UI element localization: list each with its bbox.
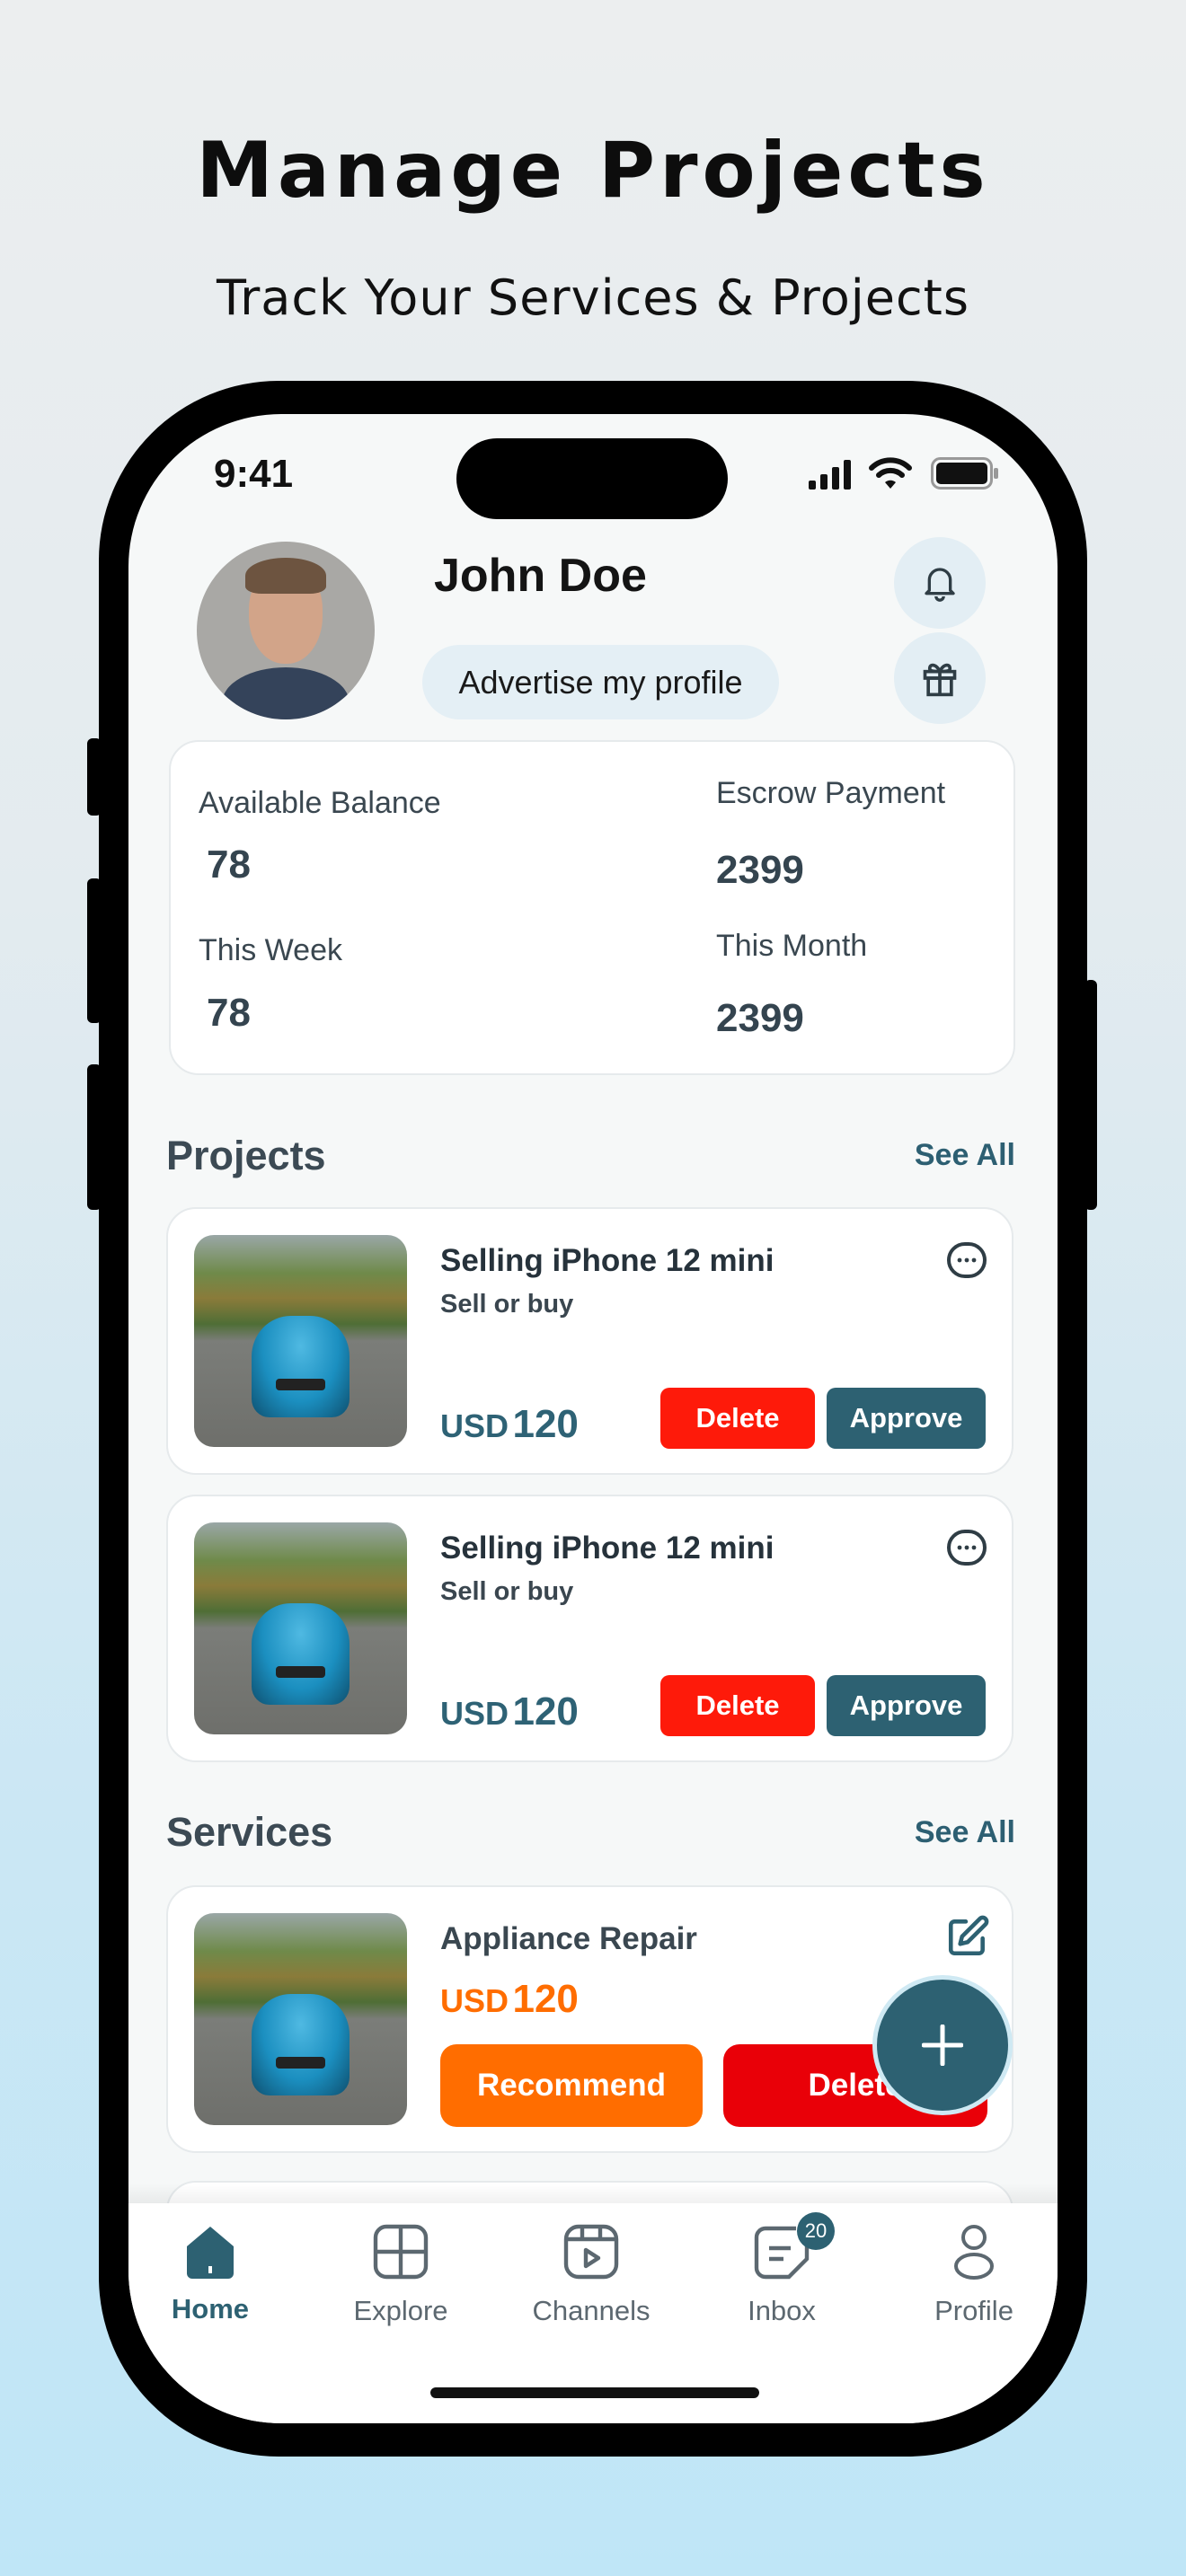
edit-icon[interactable] [945,1914,990,1959]
nav-channels[interactable]: Channels [510,2223,672,2327]
notifications-button[interactable] [894,537,986,629]
project-subtitle: Sell or buy [440,1577,574,1606]
nav-inbox[interactable]: 20 Inbox [701,2212,863,2327]
project-image [194,1522,407,1734]
services-see-all-link[interactable]: See All [915,1815,1015,1850]
nav-label: Inbox [748,2295,816,2326]
home-icon [187,2227,234,2279]
stat-value: 2399 [716,996,804,1040]
advertise-profile-button[interactable]: Advertise my profile [422,645,779,719]
bell-icon [925,568,955,602]
price-amount: 120 [512,1689,579,1734]
app-screen: 9:41 John Doe Advertise my profile Avail… [128,414,1058,2423]
signal-icon [807,459,855,490]
projects-heading: Projects [166,1133,326,1178]
delete-button[interactable]: Delete [660,1675,815,1736]
price-amount: 120 [512,1977,579,2021]
stat-value: 2399 [716,848,804,892]
nav-label: Profile [934,2295,1013,2326]
chat-icon[interactable] [945,1526,988,1569]
project-card[interactable]: Selling iPhone 12 mini Sell or buy USD 1… [166,1495,1013,1762]
stat-label: This Week [199,933,342,967]
project-image [194,1235,407,1447]
user-icon [954,2225,994,2280]
wifi-icon [869,457,912,490]
project-subtitle: Sell or buy [440,1290,574,1319]
stat-label: Escrow Payment [716,776,946,810]
video-icon [563,2224,619,2280]
bottom-nav: Home Explore Channels 20 Inbox Profile [128,2203,1058,2423]
services-heading: Services [166,1809,333,1855]
nav-label: Home [171,2293,250,2325]
recommend-button[interactable]: Recommend [440,2044,703,2127]
nav-label: Channels [532,2295,651,2326]
promo-title: Manage Projects [196,126,990,216]
dynamic-island [456,438,728,519]
project-title: Selling iPhone 12 mini [440,1243,774,1278]
stat-label: This Month [716,929,868,963]
inbox-badge: 20 [797,2212,835,2250]
home-indicator [430,2387,759,2398]
projects-see-all-link[interactable]: See All [915,1138,1015,1173]
promo-subtitle: Track Your Services & Projects [217,269,969,326]
profile-name: John Doe [434,550,647,602]
stat-value: 78 [207,842,251,887]
project-title: Selling iPhone 12 mini [440,1531,774,1566]
nav-profile[interactable]: Profile [893,2223,1055,2327]
price-currency: USD [440,1982,509,2019]
battery-icon [931,457,999,490]
plus-icon [922,2025,963,2066]
grid-icon [373,2224,429,2280]
stat-label: Available Balance [199,786,441,820]
delete-button[interactable]: Delete [660,1388,815,1449]
price-currency: USD [440,1407,509,1444]
approve-button[interactable]: Approve [827,1675,986,1736]
service-title: Appliance Repair [440,1921,697,1956]
service-image [194,1913,407,2125]
price-currency: USD [440,1695,509,1732]
project-card[interactable]: Selling iPhone 12 mini Sell or buy USD 1… [166,1207,1013,1475]
stat-value: 78 [207,991,251,1035]
nav-label: Explore [353,2295,448,2326]
approve-button[interactable]: Approve [827,1388,986,1449]
add-fab-button[interactable] [872,1975,1013,2115]
status-time: 9:41 [214,452,294,496]
avatar[interactable] [197,542,375,719]
price-amount: 120 [512,1402,579,1446]
nav-home[interactable]: Home [129,2223,291,2325]
chat-icon[interactable] [945,1239,988,1282]
nav-explore[interactable]: Explore [320,2223,482,2327]
gift-icon [923,663,957,697]
gifts-button[interactable] [894,632,986,724]
